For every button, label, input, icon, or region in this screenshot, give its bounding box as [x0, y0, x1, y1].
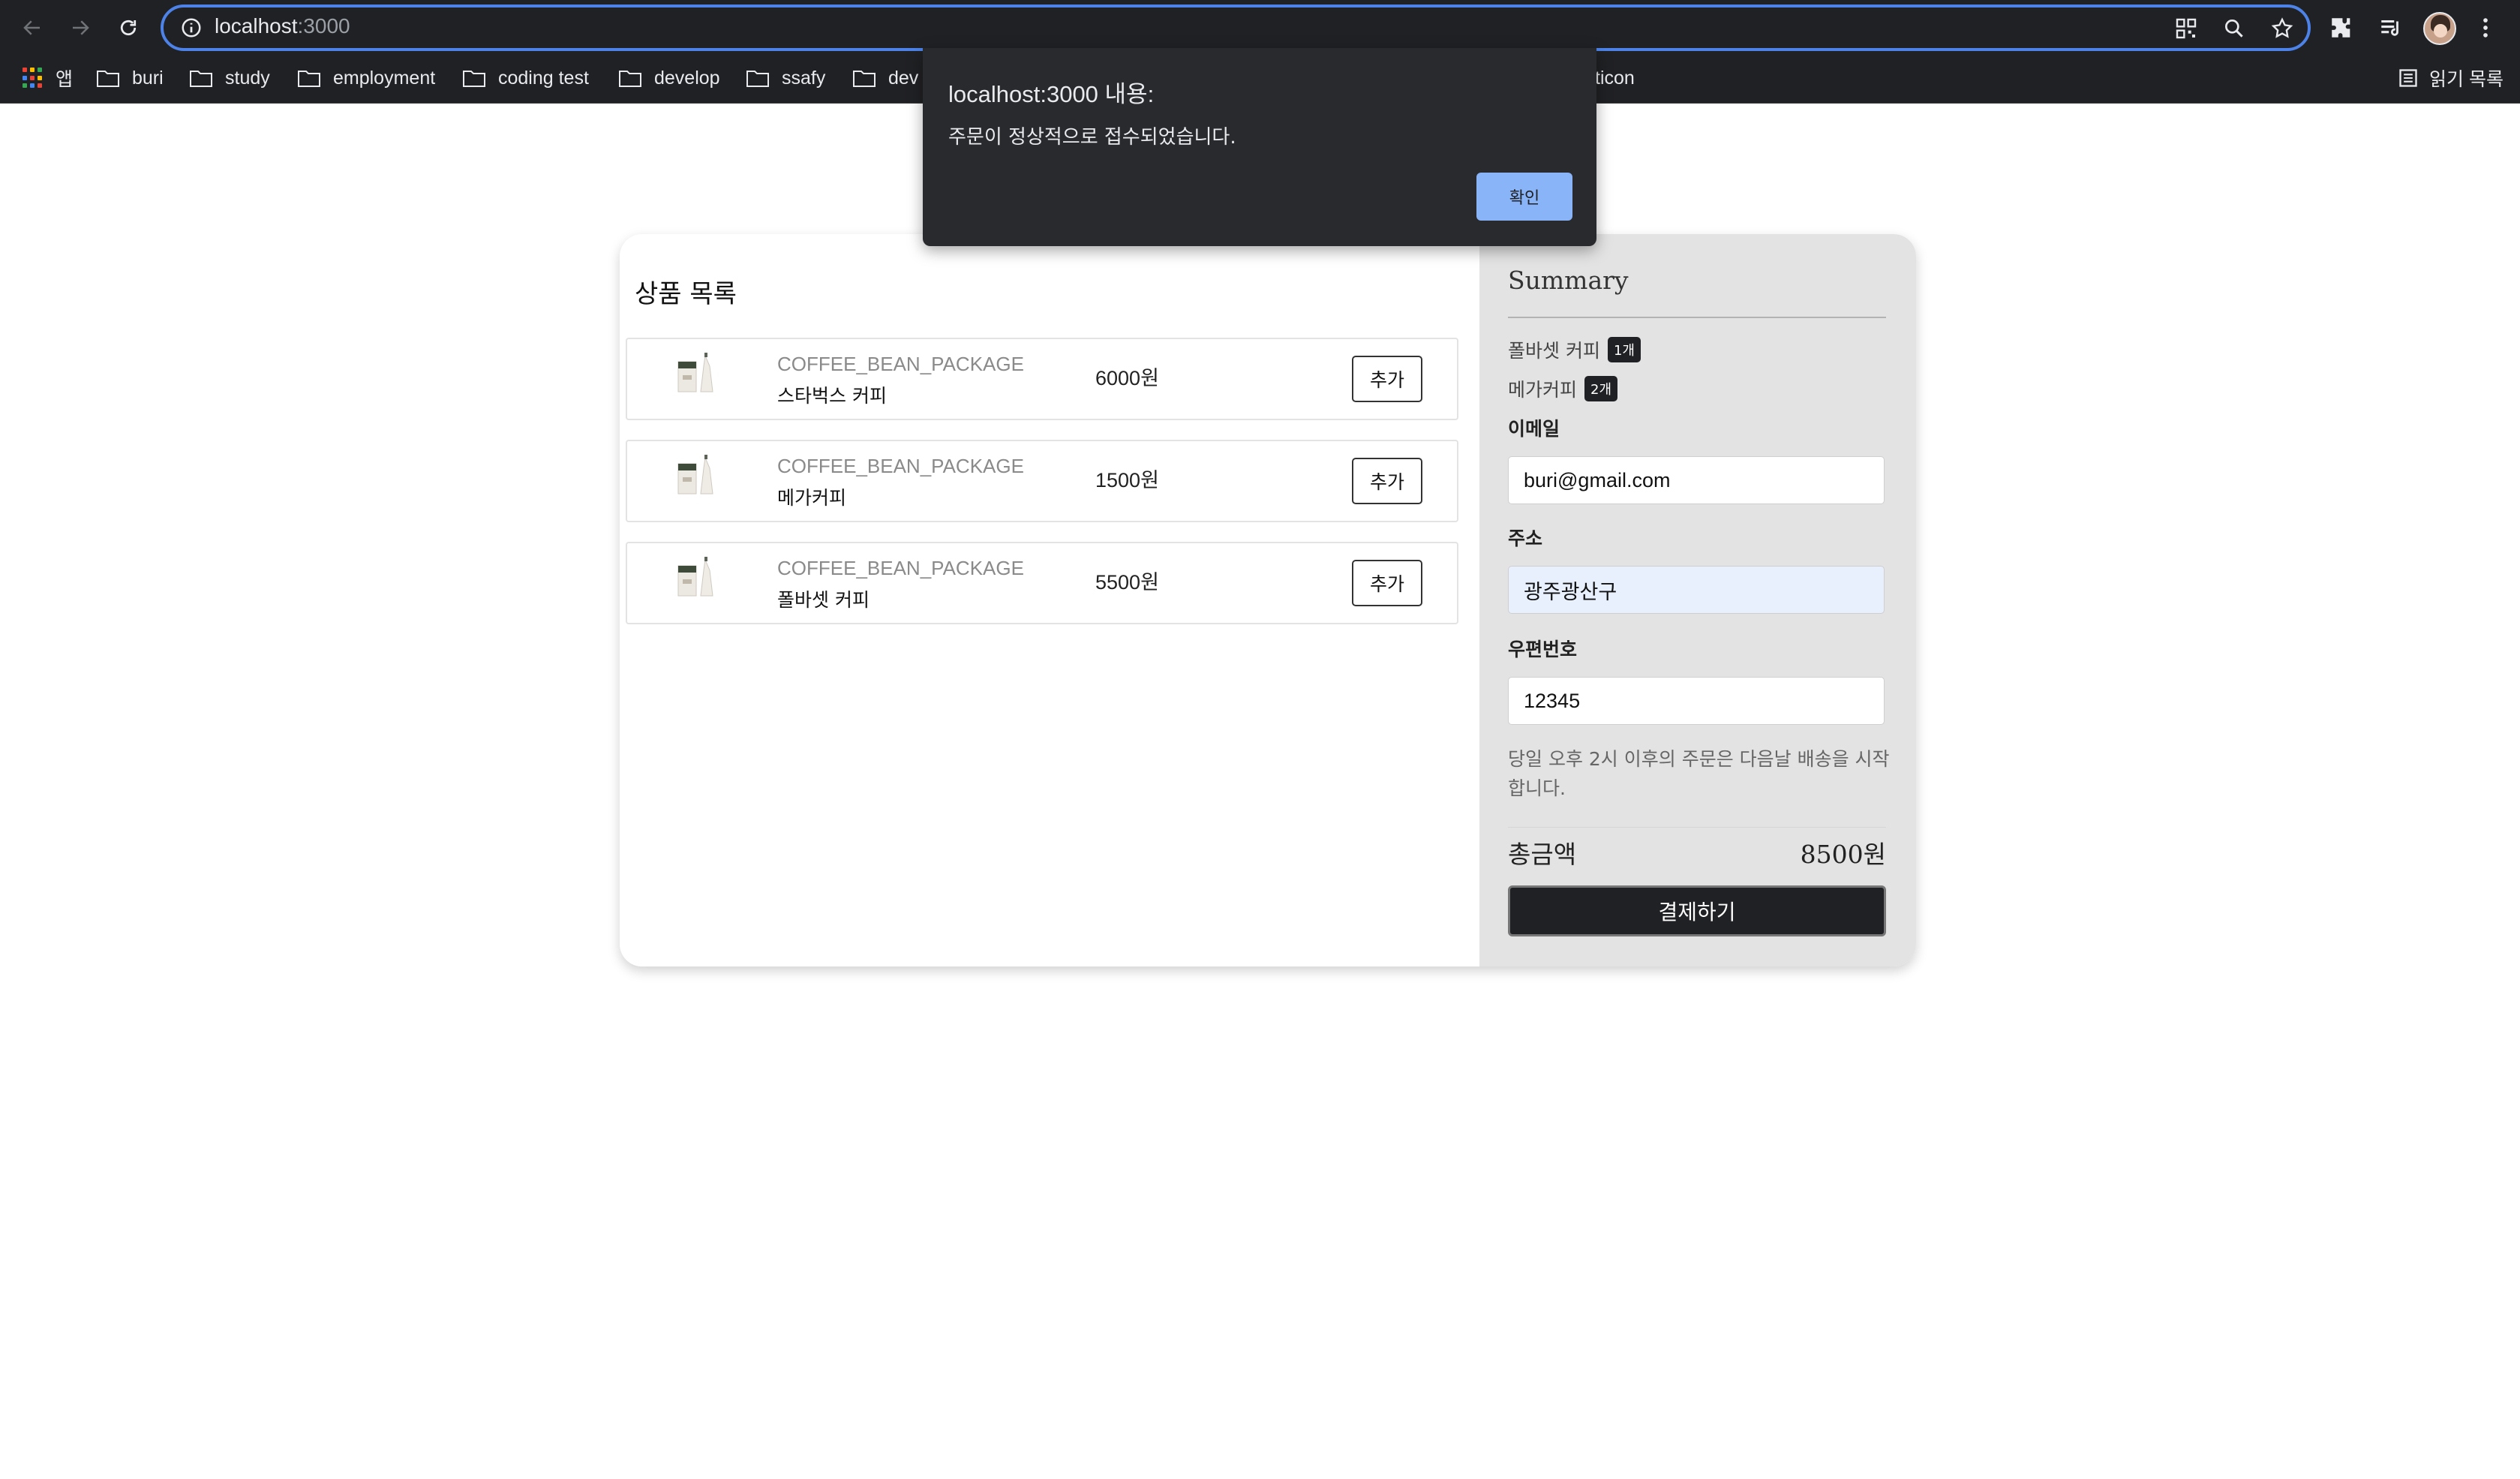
quantity-badge: 2개	[1584, 376, 1618, 401]
bookmark-coding-test[interactable]: coding test	[462, 63, 589, 93]
product-price: 5500원	[1095, 571, 1159, 594]
bookmark-label: dev	[888, 67, 919, 89]
dialog-message: 주문이 정상적으로 접수되었습니다.	[948, 126, 1236, 149]
summary-item-name: 폴바셋 커피	[1508, 340, 1600, 362]
product-row: COFFEE_BEAN_PACKAGE 메가커피 1500원 추가	[626, 440, 1458, 522]
dialog-title: localhost:3000 내용:	[948, 81, 1155, 107]
url-text[interactable]: localhost:3000	[215, 14, 350, 38]
bookmark-label: develop	[654, 67, 720, 89]
zoom-icon[interactable]	[2222, 17, 2246, 41]
browser-toolbar: localhost:3000	[0, 0, 2520, 56]
folder-icon	[619, 71, 641, 87]
summary-divider	[1508, 317, 1886, 318]
coffee-bag-image	[677, 557, 713, 597]
email-label: 이메일	[1508, 418, 1560, 440]
back-button[interactable]	[15, 11, 50, 45]
order-card: 상품 목록 COFFEE_BEAN_PACKAGE 스타벅스 커피 6000원 …	[620, 234, 1916, 966]
url-host: localhost	[215, 14, 298, 38]
add-button[interactable]: 추가	[1352, 560, 1422, 606]
total-value: 8500원	[1800, 840, 1886, 869]
product-row: COFFEE_BEAN_PACKAGE 스타벅스 커피 6000원 추가	[626, 338, 1458, 420]
pay-button[interactable]: 결제하기	[1508, 885, 1886, 936]
product-category: COFFEE_BEAN_PACKAGE	[777, 455, 1024, 477]
arrow-right-icon	[73, 20, 89, 35]
media-control-icon[interactable]	[2378, 15, 2404, 41]
qr-code-icon[interactable]	[2174, 17, 2198, 41]
bookmark-employment[interactable]: employment	[297, 63, 435, 93]
reading-list-label: 읽기 목록	[2429, 69, 2503, 90]
bookmark-apps[interactable]: 앱	[23, 63, 73, 93]
bookmark-ssafy[interactable]: ssafy	[746, 63, 825, 93]
coffee-bag-image	[677, 353, 713, 392]
apps-grid-icon	[23, 68, 44, 89]
address-bar[interactable]: localhost:3000	[161, 5, 2311, 51]
postcode-field[interactable]: 12345	[1508, 677, 1885, 725]
folder-icon	[853, 71, 876, 87]
bookmark-ticon[interactable]: ticon	[1595, 63, 1635, 93]
coffee-bag-image	[677, 455, 713, 495]
bookmark-label: employment	[333, 67, 436, 89]
forward-button[interactable]	[63, 11, 98, 45]
arrow-left-icon	[23, 20, 40, 35]
summary-item-name: 메가커피	[1508, 379, 1578, 401]
product-name: 스타벅스 커피	[777, 385, 887, 407]
total-label: 총금액	[1508, 840, 1577, 869]
summary-title: Summary	[1508, 266, 1629, 295]
product-category: COFFEE_BEAN_PACKAGE	[777, 557, 1024, 579]
product-list-panel: 상품 목록 COFFEE_BEAN_PACKAGE 스타벅스 커피 6000원 …	[620, 234, 1479, 966]
quantity-badge: 1개	[1607, 337, 1641, 362]
total-divider	[1508, 827, 1886, 828]
folder-icon	[298, 71, 320, 87]
product-category: COFFEE_BEAN_PACKAGE	[777, 353, 1024, 375]
star-icon[interactable]	[2270, 17, 2294, 41]
bookmark-study[interactable]: study	[189, 63, 270, 93]
product-name: 폴바셋 커피	[777, 589, 870, 611]
add-button[interactable]: 추가	[1352, 356, 1422, 402]
summary-panel: Summary 폴바셋 커피 1개 메가커피 2개 이메일 buri@gmail…	[1479, 234, 1916, 966]
profile-avatar[interactable]	[2423, 12, 2456, 45]
address-field[interactable]: 광주광산구	[1508, 566, 1885, 614]
summary-item: 폴바셋 커피 1개	[1508, 336, 1641, 363]
reload-button[interactable]	[111, 11, 146, 45]
bookmark-label: ssafy	[782, 67, 826, 89]
bookmark-label: coding test	[498, 67, 589, 89]
info-icon[interactable]	[180, 17, 203, 39]
postcode-label: 우편번호	[1508, 639, 1578, 660]
bookmark-label: 앱	[56, 69, 74, 90]
reading-list-button[interactable]: 읽기 목록	[2398, 63, 2503, 93]
shipping-notice: 당일 오후 2시 이후의 주문은 다음날 배송을 시작합니다.	[1508, 748, 1890, 799]
folder-icon	[190, 71, 212, 87]
product-list-title: 상품 목록	[635, 279, 737, 309]
bookmark-label: ticon	[1595, 67, 1635, 89]
bookmark-dev[interactable]: dev	[852, 63, 918, 93]
bookmark-develop[interactable]: develop	[618, 63, 720, 93]
folder-icon	[463, 71, 485, 87]
bookmark-label: buri	[132, 67, 164, 89]
reading-list-icon	[2399, 69, 2417, 87]
email-field[interactable]: buri@gmail.com	[1508, 456, 1885, 504]
more-vertical-icon[interactable]	[2473, 15, 2498, 41]
reload-icon	[120, 20, 137, 36]
dialog-ok-button[interactable]: 확인	[1476, 173, 1572, 221]
product-name: 메가커피	[777, 487, 847, 509]
product-row: COFFEE_BEAN_PACKAGE 폴바셋 커피 5500원 추가	[626, 542, 1458, 624]
extensions-icon[interactable]	[2329, 15, 2354, 41]
bookmark-buri[interactable]: buri	[96, 63, 164, 93]
bookmark-label: study	[225, 67, 270, 89]
folder-icon	[97, 71, 119, 87]
address-label: 주소	[1508, 528, 1543, 549]
url-port: :3000	[297, 14, 350, 38]
alert-dialog: localhost:3000 내용: 주문이 정상적으로 접수되었습니다. 확인	[923, 48, 1596, 246]
product-price: 6000원	[1095, 367, 1159, 389]
summary-item: 메가커피 2개	[1508, 375, 1618, 402]
product-price: 1500원	[1095, 469, 1159, 491]
add-button[interactable]: 추가	[1352, 458, 1422, 504]
folder-icon	[746, 71, 769, 87]
